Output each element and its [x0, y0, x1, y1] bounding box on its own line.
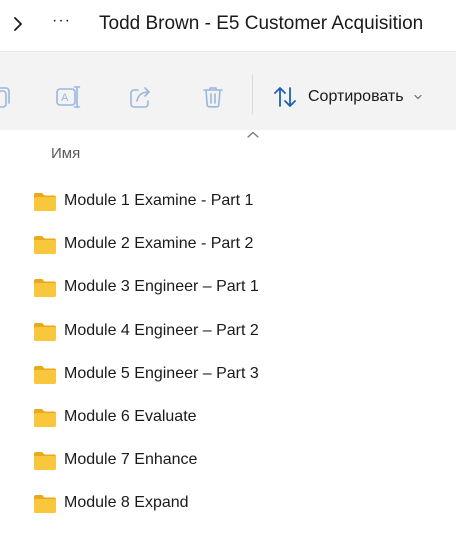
list-item[interactable]: Module 6 Evaluate — [0, 396, 456, 439]
folder-icon — [34, 279, 56, 298]
file-name: Module 2 Examine - Part 2 — [64, 235, 254, 253]
sort-arrows-icon — [274, 87, 296, 107]
more-icon[interactable]: ··· — [52, 12, 71, 30]
command-bar: A Сортировать — [0, 52, 456, 130]
trash-icon[interactable] — [200, 84, 226, 110]
list-item[interactable]: Module 5 Engineer – Part 3 — [0, 353, 456, 396]
folder-icon — [34, 236, 56, 255]
file-name: Module 1 Examine - Part 1 — [64, 192, 254, 209]
rename-icon[interactable]: A — [55, 84, 81, 110]
chevron-right-icon[interactable] — [10, 16, 26, 32]
svg-text:A: A — [61, 92, 69, 104]
folder-icon — [34, 322, 56, 341]
chevron-down-icon — [413, 94, 422, 100]
folder-icon — [34, 193, 56, 211]
file-list: Module 1 Examine - Part 1 Module 2 Exami… — [0, 180, 456, 526]
list-item[interactable]: Module 7 Enhance — [0, 439, 456, 482]
share-icon[interactable] — [128, 84, 154, 110]
list-item[interactable]: Module 4 Engineer – Part 2 — [0, 310, 456, 353]
file-name: Module 5 Engineer – Part 3 — [64, 364, 259, 382]
copy-icon[interactable] — [0, 84, 14, 110]
list-item[interactable]: Module 3 Engineer – Part 1 — [0, 266, 456, 309]
list-item[interactable]: Module 8 Expand — [0, 482, 456, 525]
file-name: Module 6 Evaluate — [64, 407, 197, 425]
file-list-pane: Имя Module 1 Examine - Part 1 Module 2 E… — [0, 130, 456, 547]
folder-icon — [34, 452, 56, 471]
folder-icon — [34, 408, 56, 427]
toolbar-separator — [252, 74, 253, 114]
sort-ascending-icon — [247, 131, 259, 138]
sort-label: Сортировать — [308, 88, 404, 105]
file-name: Module 4 Engineer – Part 2 — [64, 321, 259, 339]
folder-icon — [34, 495, 56, 514]
file-name: Module 3 Engineer – Part 1 — [64, 278, 259, 296]
sort-button[interactable]: Сортировать — [272, 82, 423, 112]
file-name: Module 7 Enhance — [64, 451, 198, 469]
address-bar: ··· Todd Brown - E5 Customer Acquisition — [0, 0, 456, 51]
file-name: Module 8 Expand — [64, 494, 189, 512]
column-header-name[interactable]: Имя — [51, 145, 80, 162]
folder-icon — [34, 365, 56, 384]
breadcrumb[interactable]: Todd Brown - E5 Customer Acquisition — [99, 13, 423, 35]
list-item[interactable]: Module 2 Examine - Part 2 — [0, 223, 456, 266]
list-item[interactable]: Module 1 Examine - Part 1 — [0, 180, 456, 223]
